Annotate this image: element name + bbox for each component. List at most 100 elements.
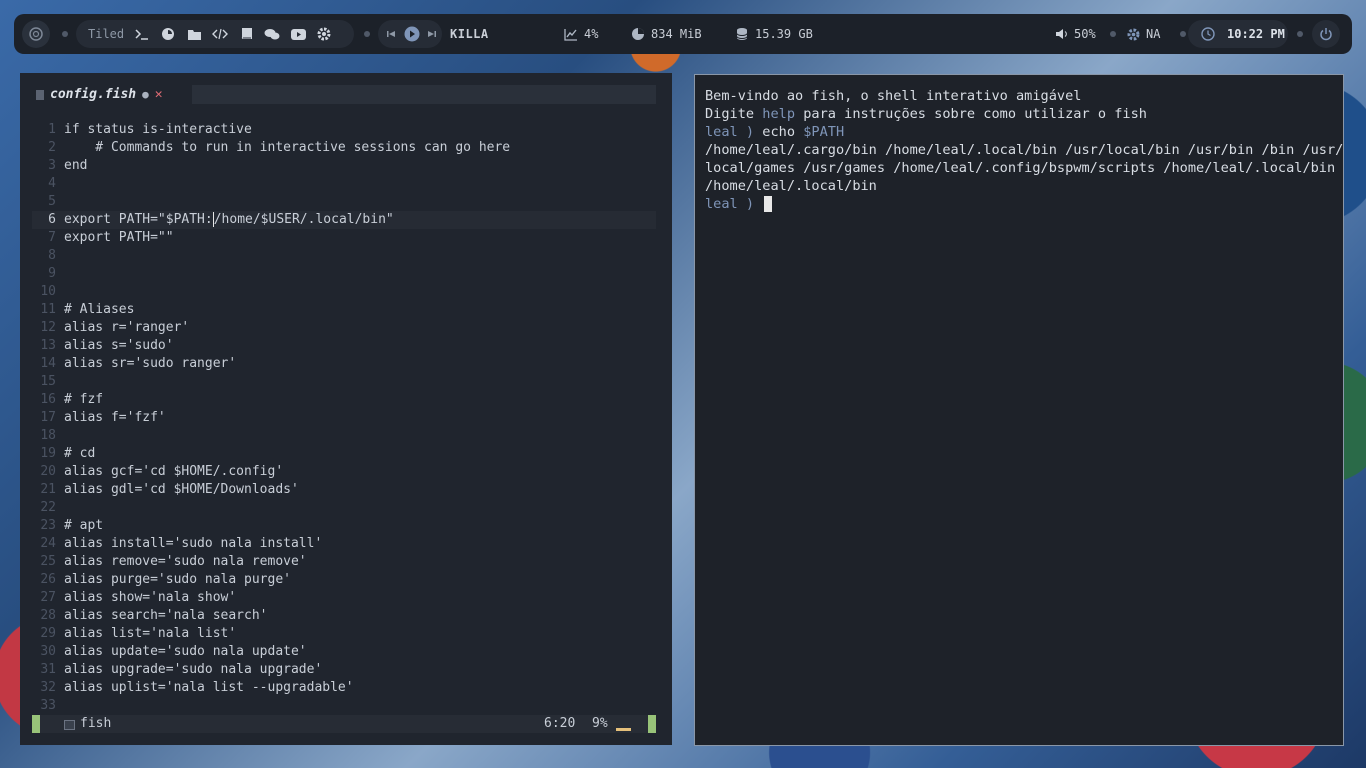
- code-line[interactable]: 19 # cd: [32, 445, 656, 463]
- code-line[interactable]: 29 alias list='nala list': [32, 625, 656, 643]
- line-text[interactable]: # cd: [64, 445, 95, 463]
- code-line[interactable]: 15: [32, 373, 656, 391]
- line-text[interactable]: alias install='sudo nala install': [64, 535, 322, 553]
- code-line[interactable]: 5: [32, 193, 656, 211]
- line-text[interactable]: if status is-interactive: [64, 121, 252, 139]
- line-text[interactable]: alias r='ranger': [64, 319, 189, 337]
- tab-filename[interactable]: config.fish: [50, 87, 136, 102]
- code-line[interactable]: 8: [32, 247, 656, 265]
- close-icon[interactable]: ✕: [155, 87, 163, 102]
- separator-dot: [62, 31, 68, 37]
- code-line[interactable]: 18: [32, 427, 656, 445]
- code-line[interactable]: 1 if status is-interactive: [32, 121, 656, 139]
- line-text[interactable]: alias f='fzf': [64, 409, 166, 427]
- line-number: 22: [40, 500, 56, 515]
- code-line[interactable]: 30 alias update='sudo nala update': [32, 643, 656, 661]
- code-line[interactable]: 2 # Commands to run in interactive sessi…: [32, 139, 656, 157]
- network-icon[interactable]: [1123, 24, 1143, 44]
- settings-icon[interactable]: [314, 24, 334, 44]
- line-text[interactable]: # Commands to run in interactive session…: [64, 139, 510, 157]
- code-line[interactable]: 33: [32, 697, 656, 715]
- play-icon[interactable]: [403, 24, 420, 44]
- line-text[interactable]: alias list='nala list': [64, 625, 236, 643]
- line-text[interactable]: export PATH="": [64, 229, 174, 247]
- code-line[interactable]: 26 alias purge='sudo nala purge': [32, 571, 656, 589]
- terminal-output-line: /home/leal/.local/bin: [705, 178, 877, 194]
- volume-value[interactable]: 50%: [1074, 27, 1096, 41]
- code-line[interactable]: 32 alias uplist='nala list --upgradable': [32, 679, 656, 697]
- volume-module[interactable]: 50%: [1048, 20, 1096, 48]
- power-module[interactable]: [1312, 20, 1340, 48]
- line-number: 31: [40, 662, 56, 677]
- editor-window[interactable]: config.fish ● ✕ 1 if status is-interactiv…: [20, 73, 672, 745]
- line-text[interactable]: alias upgrade='sudo nala upgrade': [64, 661, 322, 679]
- code-line[interactable]: 31 alias upgrade='sudo nala upgrade': [32, 661, 656, 679]
- terminal-window[interactable]: Bem-vindo ao fish, o shell interativo am…: [694, 74, 1344, 746]
- code-line[interactable]: 7 export PATH="": [32, 229, 656, 247]
- volume-icon[interactable]: [1051, 24, 1071, 44]
- line-text[interactable]: alias update='sudo nala update': [64, 643, 307, 661]
- modified-indicator: ●: [142, 88, 149, 101]
- code-line[interactable]: 16 # fzf: [32, 391, 656, 409]
- clock-module[interactable]: 10:22 PM: [1188, 20, 1288, 48]
- line-text[interactable]: alias purge='sudo nala purge': [64, 571, 291, 589]
- code-line[interactable]: 21 alias gdl='cd $HOME/Downloads': [32, 481, 656, 499]
- next-icon[interactable]: [426, 24, 439, 44]
- line-number: 29: [40, 626, 56, 641]
- layout-label[interactable]: Tiled: [88, 27, 124, 41]
- code-line[interactable]: 13 alias s='sudo': [32, 337, 656, 355]
- code-line[interactable]: 12 alias r='ranger': [32, 319, 656, 337]
- prev-icon[interactable]: [384, 24, 397, 44]
- terminal-icon[interactable]: [132, 24, 152, 44]
- line-text[interactable]: alias remove='sudo nala remove': [64, 553, 307, 571]
- line-text[interactable]: alias uplist='nala list --upgradable': [64, 679, 354, 697]
- network-module[interactable]: NA: [1120, 20, 1160, 48]
- arch-logo-icon[interactable]: [22, 20, 50, 48]
- power-icon[interactable]: [1312, 20, 1340, 48]
- line-text[interactable]: # fzf: [64, 391, 103, 409]
- code-line[interactable]: 24 alias install='sudo nala install': [32, 535, 656, 553]
- book-icon[interactable]: [236, 24, 256, 44]
- code-line[interactable]: 25 alias remove='sudo nala remove': [32, 553, 656, 571]
- command-variable: $PATH: [803, 124, 845, 140]
- clock-time: 10:22 PM: [1227, 27, 1285, 41]
- code-line[interactable]: 4: [32, 175, 656, 193]
- mode-indicator: [32, 715, 40, 733]
- line-text[interactable]: # Aliases: [64, 301, 134, 319]
- code-area[interactable]: 1 if status is-interactive 2 # Commands to…: [32, 121, 656, 715]
- code-line[interactable]: 28 alias search='nala search': [32, 607, 656, 625]
- launcher[interactable]: [22, 20, 50, 48]
- line-text[interactable]: end: [64, 157, 87, 175]
- line-text[interactable]: alias sr='sudo ranger': [64, 355, 236, 373]
- code-line[interactable]: 14 alias sr='sudo ranger': [32, 355, 656, 373]
- code-line[interactable]: 10: [32, 283, 656, 301]
- tab-config-fish[interactable]: config.fish ● ✕: [32, 85, 192, 104]
- line-text[interactable]: alias search='nala search': [64, 607, 268, 625]
- code-icon[interactable]: [210, 24, 230, 44]
- terminal-input-line[interactable]: leal ): [705, 195, 773, 213]
- code-line[interactable]: 27 alias show='nala show': [32, 589, 656, 607]
- line-text[interactable]: alias show='nala show': [64, 589, 236, 607]
- code-line[interactable]: 6 export PATH="$PATH:/home/$USER/.local/b…: [32, 211, 656, 229]
- code-line[interactable]: 9: [32, 265, 656, 283]
- code-line[interactable]: 17 alias f='fzf': [32, 409, 656, 427]
- line-text[interactable]: # apt: [64, 517, 103, 535]
- chat-icon[interactable]: [262, 24, 282, 44]
- folder-icon[interactable]: [184, 24, 204, 44]
- scroll-progress: [616, 728, 631, 731]
- network-value[interactable]: NA: [1146, 27, 1160, 41]
- firefox-icon[interactable]: [158, 24, 178, 44]
- code-line[interactable]: 23 # apt: [32, 517, 656, 535]
- code-line[interactable]: 3 end: [32, 157, 656, 175]
- memory-module: 834 MiB: [625, 20, 702, 48]
- line-text[interactable]: alias gdl='cd $HOME/Downloads': [64, 481, 299, 499]
- code-line[interactable]: 20 alias gcf='cd $HOME/.config': [32, 463, 656, 481]
- code-line[interactable]: 22: [32, 499, 656, 517]
- line-text[interactable]: alias s='sudo': [64, 337, 174, 355]
- line-text[interactable]: export PATH="$PATH:/home/$USER/.local/bi…: [64, 211, 394, 229]
- line-text[interactable]: alias gcf='cd $HOME/.config': [64, 463, 283, 481]
- line-number: 6: [48, 212, 56, 227]
- code-line[interactable]: 11 # Aliases: [32, 301, 656, 319]
- youtube-icon[interactable]: [288, 24, 308, 44]
- app-launcher-group: Tiled: [76, 20, 354, 48]
